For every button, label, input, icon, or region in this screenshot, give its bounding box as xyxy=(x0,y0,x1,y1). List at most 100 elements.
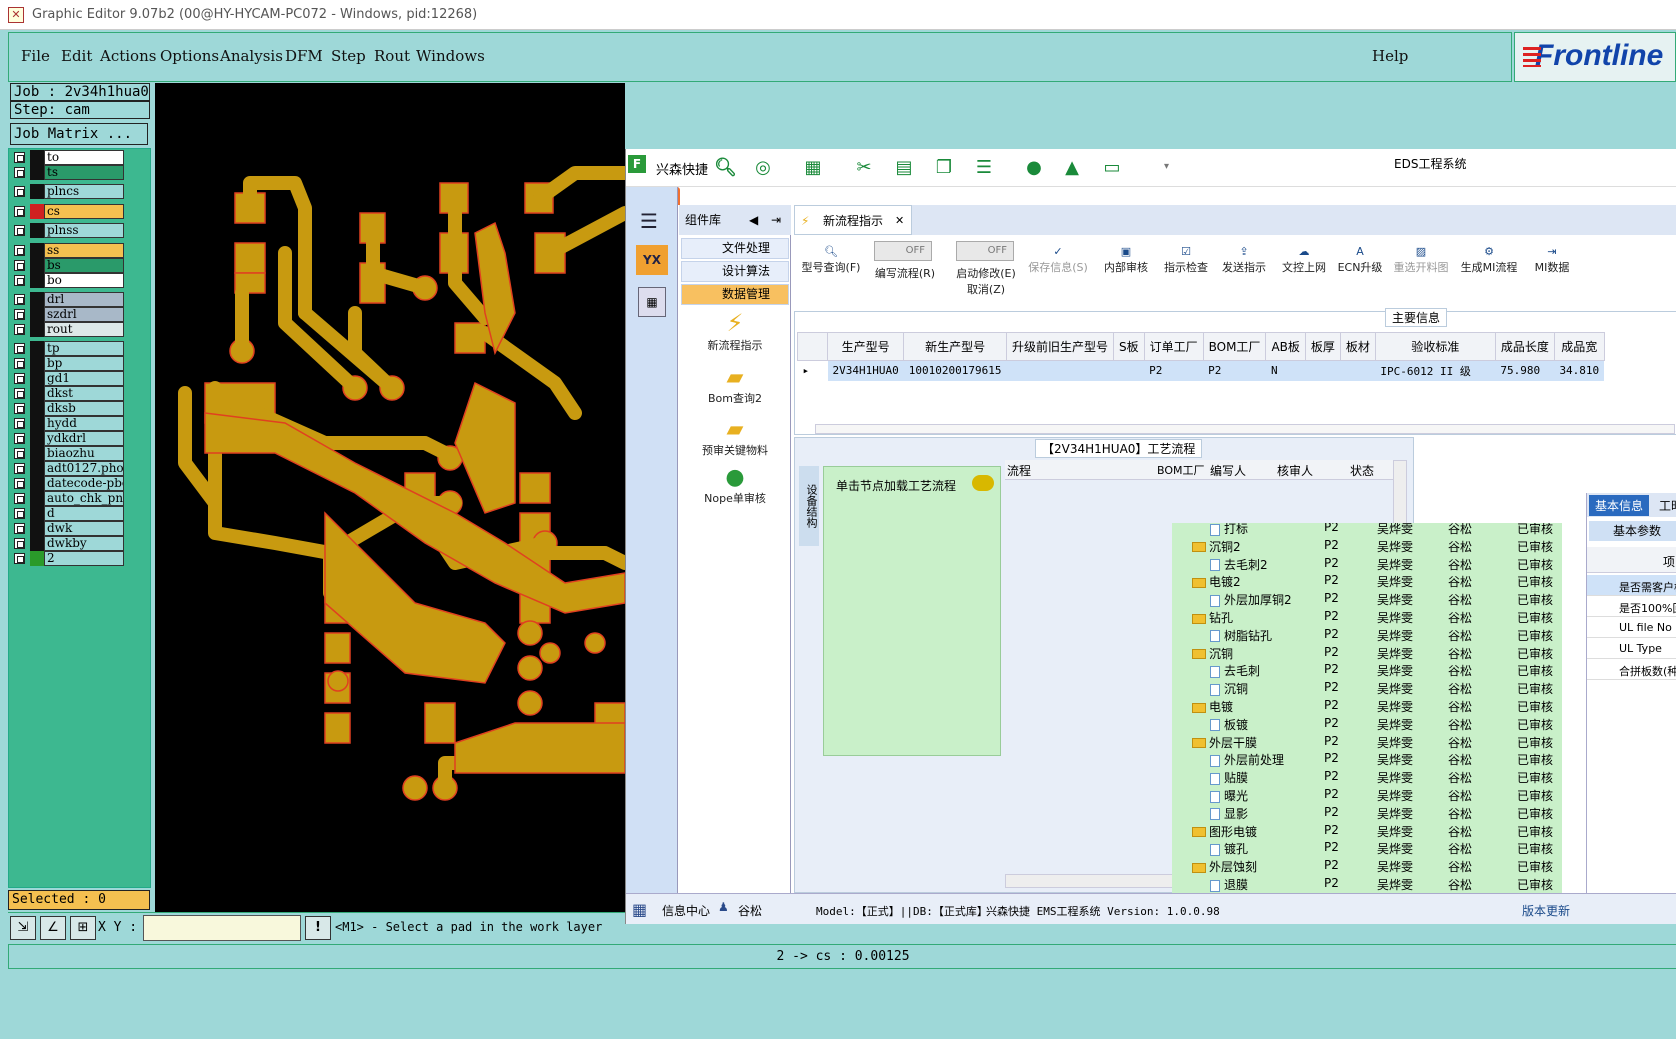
measure-icon[interactable]: ∠ xyxy=(40,916,66,940)
layer-checkbox[interactable] xyxy=(14,388,25,399)
flow-row[interactable]: 板镀 P2 吴烨雯 谷松 已审核 xyxy=(1172,715,1562,733)
collapse-left-icon[interactable]: ◀ xyxy=(749,205,758,235)
layer-row[interactable]: biaozhu xyxy=(10,446,124,461)
basic-row[interactable]: 合拼板数(种)1 xyxy=(1587,659,1676,680)
menu-rout[interactable]: Rout xyxy=(374,47,410,65)
layer-checkbox[interactable] xyxy=(14,373,25,384)
layer-color-swatch[interactable] xyxy=(30,273,44,288)
menu-edit[interactable]: Edit xyxy=(61,47,92,65)
search-icon[interactable]: 🔍︎ xyxy=(714,157,737,179)
layer-row[interactable]: to xyxy=(10,150,124,165)
layer-color-swatch[interactable] xyxy=(30,386,44,401)
layer-row[interactable]: bo xyxy=(10,273,124,288)
layer-name[interactable]: ydkdrl xyxy=(44,431,124,446)
list-icon[interactable]: ☰ xyxy=(973,157,995,179)
btn-ecn[interactable]: A ECN升级 xyxy=(1334,245,1386,275)
layer-checkbox[interactable] xyxy=(14,448,25,459)
layer-checkbox[interactable] xyxy=(14,538,25,549)
main-col-header[interactable]: AB板 xyxy=(1265,332,1306,361)
basic-row[interactable]: 是否需客户检验N xyxy=(1587,575,1676,596)
layer-checkbox[interactable] xyxy=(14,463,25,474)
btn-cancel[interactable]: 取消(Z) xyxy=(949,281,1023,297)
basic-row[interactable]: 是否100%回流焊筛选N xyxy=(1587,596,1676,617)
flow-row[interactable]: 贴膜 P2 吴烨雯 谷松 已审核 xyxy=(1172,768,1562,786)
layer-checkbox[interactable] xyxy=(14,152,25,163)
update-link[interactable]: 版本更新 xyxy=(1522,902,1570,919)
layer-color-swatch[interactable] xyxy=(30,223,44,238)
xy-input[interactable] xyxy=(143,915,301,941)
yx-icon[interactable]: YX xyxy=(636,245,668,275)
layer-name[interactable]: cs xyxy=(44,204,124,219)
layer-color-swatch[interactable] xyxy=(30,165,44,180)
layer-color-swatch[interactable] xyxy=(30,416,44,431)
job-matrix-button[interactable]: Job Matrix ... xyxy=(10,123,148,145)
layer-checkbox[interactable] xyxy=(14,324,25,335)
layer-checkbox[interactable] xyxy=(14,523,25,534)
layer-name[interactable]: rout xyxy=(44,322,124,337)
comp-item-file[interactable]: 文件处理 xyxy=(681,238,789,259)
btn-reselect[interactable]: ▨ 重选开料图 xyxy=(1390,245,1452,275)
layer-row[interactable]: auto_chk_pn1 xyxy=(10,491,124,506)
layer-color-swatch[interactable] xyxy=(30,341,44,356)
flow-row[interactable]: 外层干膜 P2 吴烨雯 谷松 已审核 xyxy=(1172,733,1562,751)
layer-row[interactable]: gd1 xyxy=(10,371,124,386)
flow-row[interactable]: 树脂钻孔 P2 吴烨雯 谷松 已审核 xyxy=(1172,626,1562,644)
flow-row[interactable]: 外层加厚铜2 P2 吴烨雯 谷松 已审核 xyxy=(1172,590,1562,608)
flow-row[interactable]: 沉铜2 P2 吴烨雯 谷松 已审核 xyxy=(1172,537,1562,555)
layer-color-swatch[interactable] xyxy=(30,243,44,258)
layer-row[interactable]: adt0127.pho xyxy=(10,461,124,476)
layer-checkbox[interactable] xyxy=(14,508,25,519)
layer-row[interactable]: dkst xyxy=(10,386,124,401)
toggle-edit-flow[interactable]: OFF xyxy=(874,241,932,261)
hamburger-icon[interactable]: ☰ xyxy=(640,209,658,233)
basic-row[interactable]: UL Type/ xyxy=(1587,638,1676,659)
copy-icon[interactable]: ❐ xyxy=(933,157,955,179)
layer-color-swatch[interactable] xyxy=(30,521,44,536)
layer-checkbox[interactable] xyxy=(14,553,25,564)
menu-windows[interactable]: Windows xyxy=(416,47,485,65)
main-col-header[interactable]: 成品宽 xyxy=(1553,332,1605,361)
side-tab-device[interactable]: 设备结构 xyxy=(799,466,819,546)
layer-name[interactable]: auto_chk_pn1 xyxy=(44,491,124,506)
layer-row[interactable]: 2 xyxy=(10,551,124,566)
layer-name[interactable]: to xyxy=(44,150,124,165)
layer-name[interactable]: 2 xyxy=(44,551,124,566)
pin-icon[interactable]: ⇥ xyxy=(771,205,781,235)
menu-actions[interactable]: Actions xyxy=(100,47,156,65)
layer-name[interactable]: bo xyxy=(44,273,124,288)
layer-color-swatch[interactable] xyxy=(30,461,44,476)
main-info-row[interactable]: ▸ 2V34H1HUA0 10010200179615 P2 P2 N IPC-6012 I… xyxy=(797,360,1605,381)
layer-color-swatch[interactable] xyxy=(30,506,44,521)
layer-name[interactable]: ts xyxy=(44,165,124,180)
flow-row[interactable]: 退膜 P2 吴烨雯 谷松 已审核 xyxy=(1172,875,1562,893)
main-col-header[interactable]: 新生产型号 xyxy=(903,332,1007,361)
layer-checkbox[interactable] xyxy=(14,225,25,236)
menu-file[interactable]: File xyxy=(21,47,50,65)
menu-step[interactable]: Step xyxy=(331,47,366,65)
layer-color-swatch[interactable] xyxy=(30,150,44,165)
tool-nope-review[interactable]: ● Nope单审核 xyxy=(679,465,791,506)
monitor-icon[interactable]: ▭ xyxy=(1101,157,1123,179)
layer-name[interactable]: drl xyxy=(44,292,124,307)
layer-row[interactable]: drl xyxy=(10,292,124,307)
layer-checkbox[interactable] xyxy=(14,418,25,429)
btn-model-query[interactable]: 🔍︎ 型号查询(F) xyxy=(798,245,864,275)
flow-row[interactable]: 显影 P2 吴烨雯 谷松 已审核 xyxy=(1172,804,1562,822)
layer-name[interactable]: dksb xyxy=(44,401,124,416)
layer-checkbox[interactable] xyxy=(14,309,25,320)
tab-new-flow[interactable]: ⚡ 新流程指示 ✕ xyxy=(794,205,912,235)
info-center[interactable]: 信息中心 xyxy=(662,902,710,919)
layer-checkbox[interactable] xyxy=(14,294,25,305)
layer-color-swatch[interactable] xyxy=(30,356,44,371)
flow-row[interactable]: 沉铜 P2 吴烨雯 谷松 已审核 xyxy=(1172,679,1562,697)
table-icon[interactable]: ▦ xyxy=(802,157,824,179)
layer-checkbox[interactable] xyxy=(14,358,25,369)
flow-row[interactable]: 外层蚀刻 P2 吴烨雯 谷松 已审核 xyxy=(1172,857,1562,875)
menu-options[interactable]: Options xyxy=(160,47,219,65)
layer-checkbox[interactable] xyxy=(14,167,25,178)
layer-color-swatch[interactable] xyxy=(30,536,44,551)
menu-dfm[interactable]: DFM xyxy=(285,47,323,65)
basic-row[interactable]: UL file No/ xyxy=(1587,617,1676,638)
menu-help[interactable]: Help xyxy=(1372,47,1408,65)
tool-new-flow[interactable]: ⚡ 新流程指示 xyxy=(679,309,791,353)
